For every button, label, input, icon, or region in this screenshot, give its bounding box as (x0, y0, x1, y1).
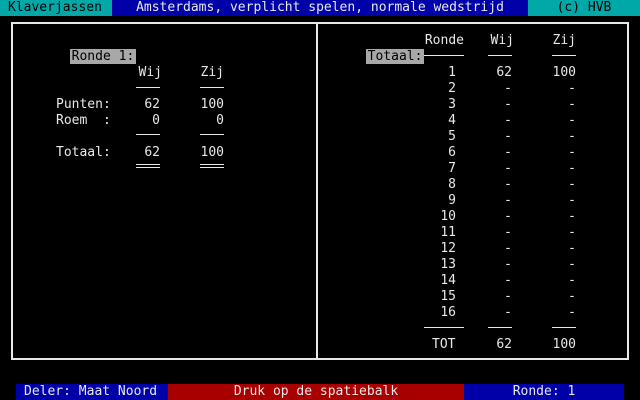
round-row-wij: - (504, 177, 512, 192)
round-row-number: 10 (440, 209, 456, 224)
left-wij-double-line (136, 164, 160, 168)
left-col-wij: Wij (138, 65, 162, 80)
round-row-number: 14 (440, 273, 456, 288)
round-row-number: 9 (448, 193, 456, 208)
round-row-wij: 62 (496, 65, 512, 80)
round-row-wij: - (504, 305, 512, 320)
punten-label: Punten: (56, 97, 111, 112)
right-zij-underline (552, 55, 576, 56)
round-row-wij: - (504, 161, 512, 176)
round-row-number: 15 (440, 289, 456, 304)
totaal-zij: 100 (200, 145, 224, 160)
round-row-wij: - (504, 97, 512, 112)
round-row-zij: - (568, 257, 576, 272)
round-row-zij: - (568, 177, 576, 192)
round-row-wij: - (504, 241, 512, 256)
round-row-zij: - (568, 81, 576, 96)
roem-zij: 0 (216, 113, 224, 128)
round-row-zij: - (568, 225, 576, 240)
press-space-prompt[interactable]: Druk op de spatiebalk (168, 384, 464, 400)
dealer-status: Deler: Maat Noord (16, 384, 168, 400)
round-row-wij: - (504, 81, 512, 96)
app-title: Klaverjassen (0, 0, 112, 16)
round-row-number: 7 (448, 161, 456, 176)
round-status: Ronde: 1 (464, 384, 624, 400)
round-row-wij: - (504, 113, 512, 128)
left-wij-underline (136, 87, 160, 88)
round-row-zij: 100 (552, 65, 576, 80)
round-row-number: 6 (448, 145, 456, 160)
round-row-zij: - (568, 273, 576, 288)
round-row-wij: - (504, 289, 512, 304)
left-zij-double-line (200, 164, 224, 168)
round-row-zij: - (568, 161, 576, 176)
round-row-number: 11 (440, 225, 456, 240)
round-row-number: 16 (440, 305, 456, 320)
round-row-number: 1 (448, 65, 456, 80)
round-heading: Ronde 1: (69, 49, 137, 64)
right-col-wij: Wij (490, 33, 514, 48)
round-row-wij: - (504, 129, 512, 144)
round-row-wij: - (504, 145, 512, 160)
round-row-wij: - (504, 193, 512, 208)
left-col-zij: Zij (200, 65, 224, 80)
round-row-zij: - (568, 209, 576, 224)
round-row-zij: - (568, 129, 576, 144)
right-ronde-underline (424, 55, 464, 56)
round-row-number: 8 (448, 177, 456, 192)
round-row-wij: - (504, 225, 512, 240)
tot-wij: 62 (496, 337, 512, 352)
round-row-number: 2 (448, 81, 456, 96)
game-mode-title: Amsterdams, verplicht spelen, normale we… (112, 0, 528, 16)
totaal-label: Totaal: (56, 145, 111, 160)
round-row-number: 13 (440, 257, 456, 272)
round-row-zij: - (568, 305, 576, 320)
round-row-number: 12 (440, 241, 456, 256)
left-zij-underline (200, 87, 224, 88)
right-zij-sum-line (552, 327, 576, 328)
round-row-zij: - (568, 193, 576, 208)
round-row-zij: - (568, 289, 576, 304)
round-row-zij: - (568, 241, 576, 256)
right-col-ronde: Ronde (424, 33, 464, 48)
roem-wij: 0 (152, 113, 160, 128)
right-wij-underline (488, 55, 512, 56)
round-row-number: 3 (448, 97, 456, 112)
totaal-wij: 62 (144, 145, 160, 160)
punten-zij: 100 (200, 97, 224, 112)
left-panel (11, 22, 318, 360)
right-col-zij: Zij (552, 33, 576, 48)
left-wij-sum-line (136, 134, 160, 135)
tot-zij: 100 (552, 337, 576, 352)
round-row-zij: - (568, 145, 576, 160)
round-row-number: 5 (448, 129, 456, 144)
round-row-wij: - (504, 273, 512, 288)
punten-wij: 62 (144, 97, 160, 112)
round-row-wij: - (504, 209, 512, 224)
left-zij-sum-line (200, 134, 224, 135)
round-row-number: 4 (448, 113, 456, 128)
copyright-label: (c) HVB (528, 0, 640, 16)
roem-label: Roem : (56, 113, 111, 128)
round-row-zij: - (568, 97, 576, 112)
tot-label: TOT (432, 337, 456, 352)
right-ronde-sum-line (424, 327, 464, 328)
round-row-wij: - (504, 257, 512, 272)
round-row-zij: - (568, 113, 576, 128)
right-wij-sum-line (488, 327, 512, 328)
